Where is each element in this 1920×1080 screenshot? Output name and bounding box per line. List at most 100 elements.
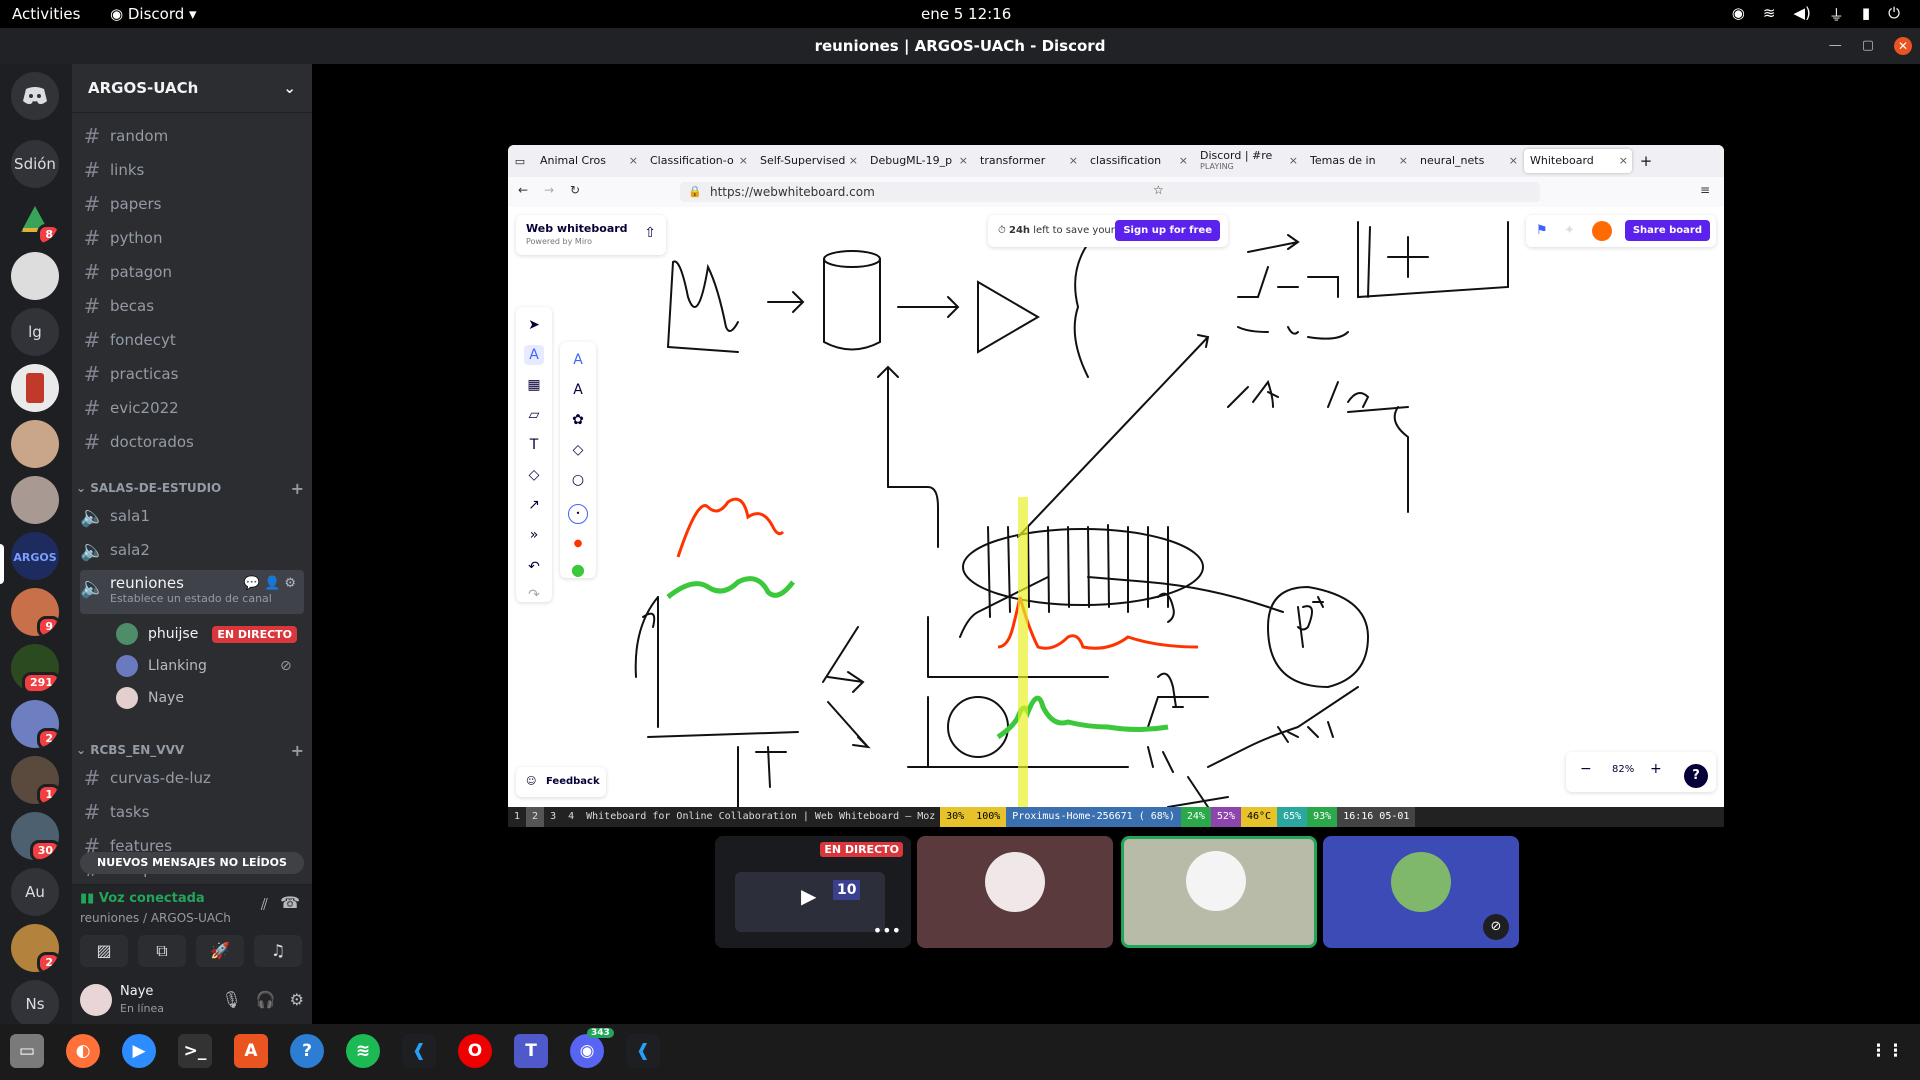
close-icon[interactable]: ×	[1399, 149, 1408, 173]
spotify-icon[interactable]: ≋	[346, 1034, 380, 1068]
software-center-icon[interactable]: A	[234, 1034, 268, 1068]
voice-channel[interactable]: 🔈 sala1	[80, 500, 304, 532]
cursor-flag-icon[interactable]: ⚑	[1536, 223, 1548, 238]
video-tile[interactable]: ⊘	[1323, 836, 1519, 948]
shared-screen-browser[interactable]: ▭ Animal Cros × Classification-o × Self-Su…	[508, 145, 1724, 827]
minimize-icon[interactable]: —	[1829, 28, 1842, 64]
more-options-icon[interactable]: •••	[873, 921, 901, 940]
system-tray[interactable]: ◉ ≋ ◀) ⏚ ▮ ⏻	[1732, 4, 1900, 25]
video-tile[interactable]	[917, 836, 1113, 948]
lasso-icon[interactable]: ○	[568, 470, 588, 490]
browser-tab-active[interactable]: Whiteboard ×	[1524, 149, 1632, 173]
server-header[interactable]: ARGOS-UACh ⌄	[72, 64, 312, 113]
feedback-button[interactable]: ☺ Feedback	[516, 767, 606, 797]
server-icon[interactable]: 291	[11, 644, 59, 692]
text-channel[interactable]: # patagon	[80, 256, 304, 288]
browser-tab[interactable]: Animal Cros ×	[534, 149, 642, 173]
terminal-icon[interactable]: >_	[178, 1034, 212, 1068]
browser-tab[interactable]: classification ×	[1084, 149, 1192, 173]
text-channel[interactable]: # evic2022	[80, 392, 304, 424]
discord-home-icon[interactable]	[11, 72, 59, 120]
server-icon[interactable]: Au	[11, 868, 59, 916]
browser-tab[interactable]: Temas de in ×	[1304, 149, 1412, 173]
select-icon[interactable]: ➤	[524, 315, 544, 335]
server-icon[interactable]: lg	[11, 308, 59, 356]
back-icon[interactable]: ←	[518, 183, 528, 197]
server-icon[interactable]	[11, 364, 59, 412]
power-icon[interactable]: ⏻	[1888, 4, 1900, 25]
close-icon[interactable]: ×	[1179, 149, 1188, 173]
app-menu[interactable]: ◉ Discord ▾	[110, 5, 197, 23]
text-channel[interactable]: # tasks	[80, 796, 304, 828]
battery-icon[interactable]: ▮	[1862, 4, 1870, 25]
files-icon[interactable]: ▭	[10, 1034, 44, 1068]
server-icon[interactable]: ARGOS	[11, 532, 59, 580]
opera-icon[interactable]: O	[458, 1034, 492, 1068]
redo-icon[interactable]: ↷	[524, 585, 544, 605]
server-icon[interactable]: 8	[11, 196, 59, 244]
discord-icon[interactable]: ◉	[570, 1034, 604, 1068]
close-icon[interactable]: ×	[1619, 149, 1628, 173]
server-icon[interactable]: 1	[11, 756, 59, 804]
gear-icon[interactable]: ⚙	[290, 990, 304, 1009]
close-icon[interactable]: ×	[629, 149, 638, 173]
close-icon[interactable]: ×	[1069, 149, 1078, 173]
browser-tab[interactable]: DebugML-19_p ×	[864, 149, 972, 173]
server-icon[interactable]: 9	[11, 588, 59, 636]
server-icon[interactable]	[11, 476, 59, 524]
camera-off-icon[interactable]: ▨	[80, 935, 128, 967]
noise-suppression-icon[interactable]: ⫽	[261, 895, 268, 915]
text-channel[interactable]: # doctorados	[80, 426, 304, 458]
url-field[interactable]: https://webwhiteboard.com	[680, 182, 1540, 202]
help-icon[interactable]: ?	[290, 1034, 324, 1068]
text-channel[interactable]: # becas	[80, 290, 304, 322]
avatar[interactable]	[1592, 221, 1612, 241]
sticky-note-icon[interactable]: ▱	[524, 405, 544, 425]
text-channel[interactable]: # links	[80, 154, 304, 186]
mic-icon[interactable]: 🎙	[221, 990, 241, 1009]
channel-status[interactable]: Establece un estado de canal	[110, 592, 272, 605]
celebrate-icon[interactable]: ✦	[1564, 223, 1575, 238]
browser-tab[interactable]: Self-Supervised ×	[754, 149, 862, 173]
zoom-icon[interactable]: ▶	[122, 1034, 156, 1068]
browser-tab[interactable]: neural_nets ×	[1414, 149, 1522, 173]
undo-icon[interactable]: ↶	[524, 557, 544, 577]
category-header[interactable]: ⌄ RCBS_EN_VVV +	[76, 740, 304, 760]
voice-channel-path[interactable]: reuniones / ARGOS-UACh	[80, 911, 231, 925]
forward-icon[interactable]: →	[544, 183, 554, 197]
server-icon[interactable]: Sdión	[11, 140, 59, 188]
server-icon[interactable]	[11, 252, 59, 300]
connector-icon[interactable]: ↗	[524, 495, 544, 515]
app-grid-icon[interactable]: ⋮⋮	[1870, 1034, 1904, 1068]
workspace-3[interactable]: 3	[544, 807, 562, 827]
user-name[interactable]: Naye	[120, 984, 153, 999]
soundboard-icon[interactable]: ♫	[254, 935, 302, 967]
discord-tray-icon[interactable]: ◉	[1732, 4, 1745, 25]
close-icon[interactable]: ✕	[1894, 37, 1912, 55]
red-color-swatch[interactable]: ●	[568, 534, 588, 554]
vscode-icon[interactable]: ❰	[402, 1034, 436, 1068]
workspace-4[interactable]: 4	[562, 807, 580, 827]
browser-tab[interactable]: Classification-o ×	[644, 149, 752, 173]
voice-channel[interactable]: 🔈 sala2	[80, 534, 304, 566]
server-icon[interactable]	[11, 420, 59, 468]
video-tile-speaking[interactable]	[1121, 836, 1317, 948]
activity-icon[interactable]: 🚀	[196, 935, 244, 967]
chat-icon[interactable]: 💬	[244, 576, 260, 591]
server-icon[interactable]: 30	[11, 812, 59, 860]
gear-icon[interactable]: ⚙	[284, 576, 296, 591]
close-icon[interactable]: ×	[1509, 149, 1518, 173]
lock-icon[interactable]: 🔒	[688, 185, 702, 198]
close-icon[interactable]: ×	[739, 149, 748, 173]
text-channel[interactable]: # practicas	[80, 358, 304, 390]
screen-share-icon[interactable]: ⧉	[138, 935, 186, 967]
vscode-icon[interactable]: ❰	[626, 1034, 660, 1068]
pen-icon[interactable]: A	[568, 350, 588, 370]
tab-list-icon[interactable]: ▭	[508, 155, 532, 168]
server-icon[interactable]: Ns	[11, 980, 59, 1028]
text-icon[interactable]: T	[524, 435, 544, 455]
close-icon[interactable]: ×	[849, 149, 858, 173]
zoom-in-icon[interactable]: +	[1650, 761, 1662, 777]
text-channel[interactable]: # random	[80, 120, 304, 152]
menu-icon[interactable]: ≡	[1700, 183, 1710, 197]
